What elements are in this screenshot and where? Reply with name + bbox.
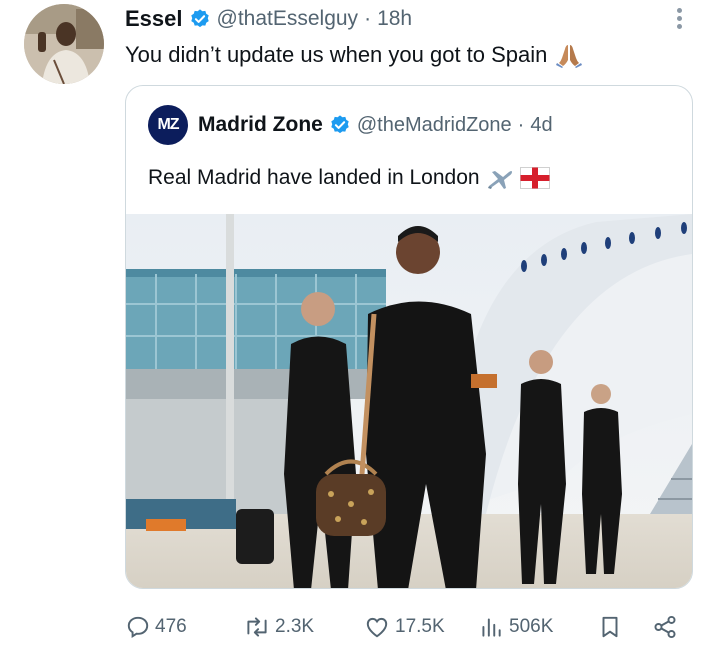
quoted-timestamp[interactable]: 4d (530, 114, 552, 137)
madrid-zone-logo: MZ (148, 105, 188, 145)
quoted-tweet-text: Real Madrid have landed in London (148, 166, 550, 190)
tweet-text: You didn’t update us when you got to Spa… (125, 41, 583, 69)
action-bar: 476 2.3K 17.5K 506K (125, 614, 685, 646)
avatar[interactable] (24, 4, 104, 84)
like-count: 17.5K (395, 616, 445, 637)
quoted-tweet[interactable]: MZ Madrid Zone @theMadridZone · 4d Real … (125, 85, 693, 589)
heart-icon (366, 617, 388, 638)
verified-badge-icon (331, 115, 349, 134)
airplane-icon (487, 171, 512, 189)
separator: · (517, 113, 525, 136)
like-button[interactable]: 17.5K (363, 614, 445, 640)
separator: · (364, 7, 372, 30)
quoted-tweet-header: MZ Madrid Zone @theMadridZone · 4d (148, 105, 553, 145)
views-button[interactable]: 506K (477, 614, 553, 640)
quoted-body: Real Madrid have landed in London (148, 166, 480, 189)
reply-count: 476 (155, 616, 187, 637)
bookmark-button[interactable] (597, 614, 627, 640)
reply-icon (127, 616, 149, 638)
share-icon (654, 615, 676, 639)
avatar-photo (24, 4, 104, 84)
team-landing-photo (126, 214, 692, 588)
quoted-author-name[interactable]: Madrid Zone (198, 113, 323, 137)
author-name[interactable]: Essel (125, 6, 183, 32)
tweet-body: You didn’t update us when you got to Spa… (125, 42, 548, 67)
repost-button[interactable]: 2.3K (243, 614, 314, 640)
verified-badge-icon (190, 9, 209, 28)
repost-icon (247, 617, 267, 637)
repost-count: 2.3K (275, 616, 315, 637)
logo-text: MZ (157, 116, 179, 133)
quoted-tweet-photo[interactable] (126, 214, 692, 588)
tweet-header: Essel @thatEsselguy · 18h (125, 6, 412, 32)
pray-icon (556, 45, 583, 68)
more-options-icon[interactable] (670, 6, 688, 34)
share-button[interactable] (651, 614, 683, 640)
bookmark-icon (602, 616, 618, 638)
views-icon (482, 618, 501, 637)
quoted-author-handle[interactable]: @theMadridZone (357, 114, 512, 137)
author-handle[interactable]: @thatEsselguy (217, 7, 359, 31)
views-count: 506K (509, 616, 554, 637)
england-flag-icon (519, 167, 550, 189)
reply-button[interactable]: 476 (125, 614, 187, 640)
timestamp[interactable]: 18h (377, 7, 412, 31)
